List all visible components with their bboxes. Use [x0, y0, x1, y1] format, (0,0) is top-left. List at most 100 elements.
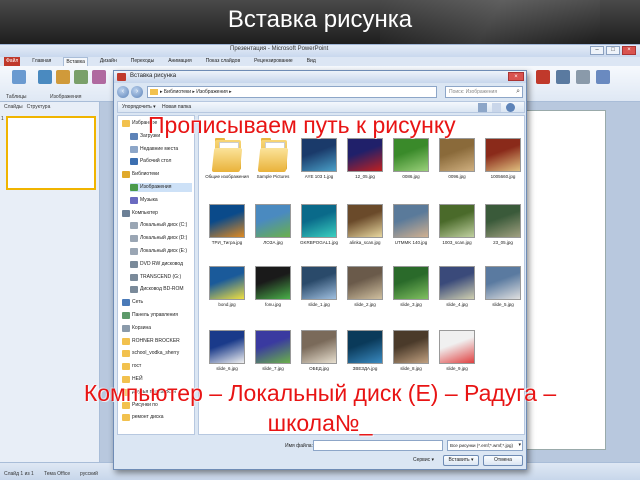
nav-item-label: Панель управления	[132, 312, 178, 318]
file-name: ТРИ_Тигра.jpg	[211, 240, 243, 245]
image-file-item[interactable]: slide_8.jpg	[389, 330, 433, 384]
image-thumbnail	[485, 266, 521, 300]
tab-3[interactable]: Дизайн	[98, 57, 119, 66]
nav-item[interactable]: Изображения	[130, 183, 192, 192]
minimize-button[interactable]: –	[590, 46, 604, 55]
nav-item[interactable]: Локальный диск (C:)	[130, 221, 192, 230]
slide-thumbnail[interactable]	[6, 116, 96, 190]
image-file-item[interactable]: fonu.jpg	[251, 266, 295, 320]
nav-item[interactable]: school_vodka_sherry	[122, 349, 194, 358]
file-name: Sample Pictures	[256, 174, 290, 179]
back-icon[interactable]: ‹	[117, 86, 129, 98]
image-file-item[interactable]: slide_9.jpg	[435, 330, 479, 384]
image-file-item[interactable]: ТРИ_Тигра.jpg	[205, 204, 249, 258]
new-folder-button[interactable]: Новая папка	[162, 104, 191, 110]
tab-2[interactable]: Вставка	[63, 57, 88, 66]
nav-item[interactable]: гост	[122, 362, 194, 371]
image-thumbnail	[439, 138, 475, 172]
image-file-item[interactable]: slide_7.jpg	[251, 330, 295, 384]
nav-item[interactable]: Локальный диск (E:)	[130, 247, 192, 256]
screenshot-icon[interactable]	[74, 70, 88, 84]
organize-button[interactable]: Упорядочить ▾	[122, 104, 156, 110]
image-thumbnail	[347, 266, 383, 300]
nav-item[interactable]: Дисковод BD-ROM	[130, 285, 192, 294]
insert-button[interactable]: Вставить ▾	[443, 455, 479, 466]
image-file-item[interactable]: GKRBPOGAL1.jpg	[297, 204, 341, 258]
image-file-item[interactable]: ЛОЗА.jpg	[251, 204, 295, 258]
tab-0[interactable]: Файл	[4, 57, 21, 66]
maximize-button[interactable]: □	[606, 46, 620, 55]
picture-icon[interactable]	[38, 70, 52, 84]
nav-item[interactable]: Корзина	[122, 324, 194, 333]
image-file-item[interactable]: 0096.jpg	[435, 138, 479, 192]
image-file-item[interactable]: slide_1.jpg	[297, 266, 341, 320]
tab-6[interactable]: Показ слайдов	[204, 57, 242, 66]
cancel-button[interactable]: Отмена	[483, 455, 523, 466]
nav-item-label: Компьютер	[132, 209, 158, 216]
nav-item[interactable]: Библиотеки	[122, 170, 194, 179]
table-icon[interactable]	[12, 70, 26, 84]
search-input[interactable]: Поиск: Изображения ⌕	[445, 86, 523, 98]
image-file-item[interactable]: AYE 103 1.jpg	[297, 138, 341, 192]
tab-1[interactable]: Главная	[30, 57, 53, 66]
folder-item[interactable]: Sample Pictures	[251, 138, 295, 192]
nav-item[interactable]: Музыка	[130, 196, 192, 205]
image-file-item[interactable]: alinka_scan.jpg	[343, 204, 387, 258]
nav-item-icon	[130, 260, 138, 268]
dialog-close-button[interactable]: ×	[508, 72, 524, 81]
nav-item[interactable]: ROHNER BROCKER	[122, 337, 194, 346]
equation-icon[interactable]	[596, 70, 610, 84]
help-icon[interactable]	[506, 103, 515, 112]
image-file-item[interactable]: 1003_scan.jpg	[435, 204, 479, 258]
image-file-item[interactable]: UTMMK 140.jpg	[389, 204, 433, 258]
filename-label: Имя файла:	[285, 443, 313, 449]
ribbon-tabs: Файл Главная Вставка Дизайн Переходы Анимация…	[0, 57, 640, 66]
tab-slides[interactable]: Слайды	[4, 102, 23, 112]
status-theme: Тема Office	[44, 471, 71, 477]
image-file-item[interactable]: slide_3.jpg	[389, 266, 433, 320]
address-bar[interactable]: ▸ Библиотеки ▸ Изображения ▸	[147, 86, 437, 98]
audio-icon[interactable]	[556, 70, 570, 84]
nav-item[interactable]: Недавние места	[130, 145, 192, 154]
filetype-select[interactable]: Все рисунки (*.emf;*.wmf;*.jpg) ▾	[447, 440, 523, 451]
image-file-item[interactable]: ОБЕД.jpg	[297, 330, 341, 384]
image-file-item[interactable]: slide_5.jpg	[481, 266, 525, 320]
nav-item[interactable]: Рабочий стол	[130, 157, 192, 166]
nav-item[interactable]: TRANSCEND (G:)	[130, 273, 192, 282]
image-file-item[interactable]: 12_05.jpg	[343, 138, 387, 192]
folder-item[interactable]: Общие изображения	[205, 138, 249, 192]
forward-icon[interactable]: ›	[131, 86, 143, 98]
image-thumbnail	[301, 204, 337, 238]
nav-item[interactable]: Сеть	[122, 298, 194, 307]
filename-input[interactable]	[313, 440, 443, 451]
nav-item-label: Дисковод BD-ROM	[140, 286, 184, 293]
preview-pane-icon[interactable]	[492, 103, 501, 112]
image-file-item[interactable]: 1005660.jpg	[481, 138, 525, 192]
image-file-item[interactable]: 0086.jpg	[389, 138, 433, 192]
image-file-item[interactable]: 23_05.jpg	[481, 204, 525, 258]
clipart-icon[interactable]	[56, 70, 70, 84]
file-name: slide_1.jpg	[308, 302, 330, 307]
image-file-item[interactable]: slide_6.jpg	[205, 330, 249, 384]
service-button[interactable]: Сервис ▾	[413, 457, 434, 463]
tab-7[interactable]: Рецензирование	[252, 57, 295, 66]
nav-item-label: Рабочий стол	[140, 158, 172, 165]
image-file-item[interactable]: bond.jpg	[205, 266, 249, 320]
image-file-item[interactable]: slide_2.jpg	[343, 266, 387, 320]
close-app-button[interactable]: ×	[622, 46, 636, 55]
image-file-item[interactable]: slide_4.jpg	[435, 266, 479, 320]
symbol-icon[interactable]	[576, 70, 590, 84]
nav-item-icon	[130, 248, 138, 255]
tab-5[interactable]: Анимация	[166, 57, 193, 66]
tab-4[interactable]: Переходы	[129, 57, 156, 66]
nav-item[interactable]: Локальный диск (D:)	[130, 234, 192, 243]
view-icon[interactable]	[478, 103, 487, 112]
video-icon[interactable]	[536, 70, 550, 84]
tab-8[interactable]: Вид	[305, 57, 318, 66]
nav-item[interactable]: Панель управления	[122, 311, 194, 320]
nav-item[interactable]: Компьютер	[122, 209, 194, 218]
nav-item[interactable]: DVD RW дисковод	[130, 260, 192, 269]
album-icon[interactable]	[92, 70, 106, 84]
image-file-item[interactable]: ЗВЕЗДА.jpg	[343, 330, 387, 384]
tab-outline[interactable]: Структура	[27, 102, 51, 112]
